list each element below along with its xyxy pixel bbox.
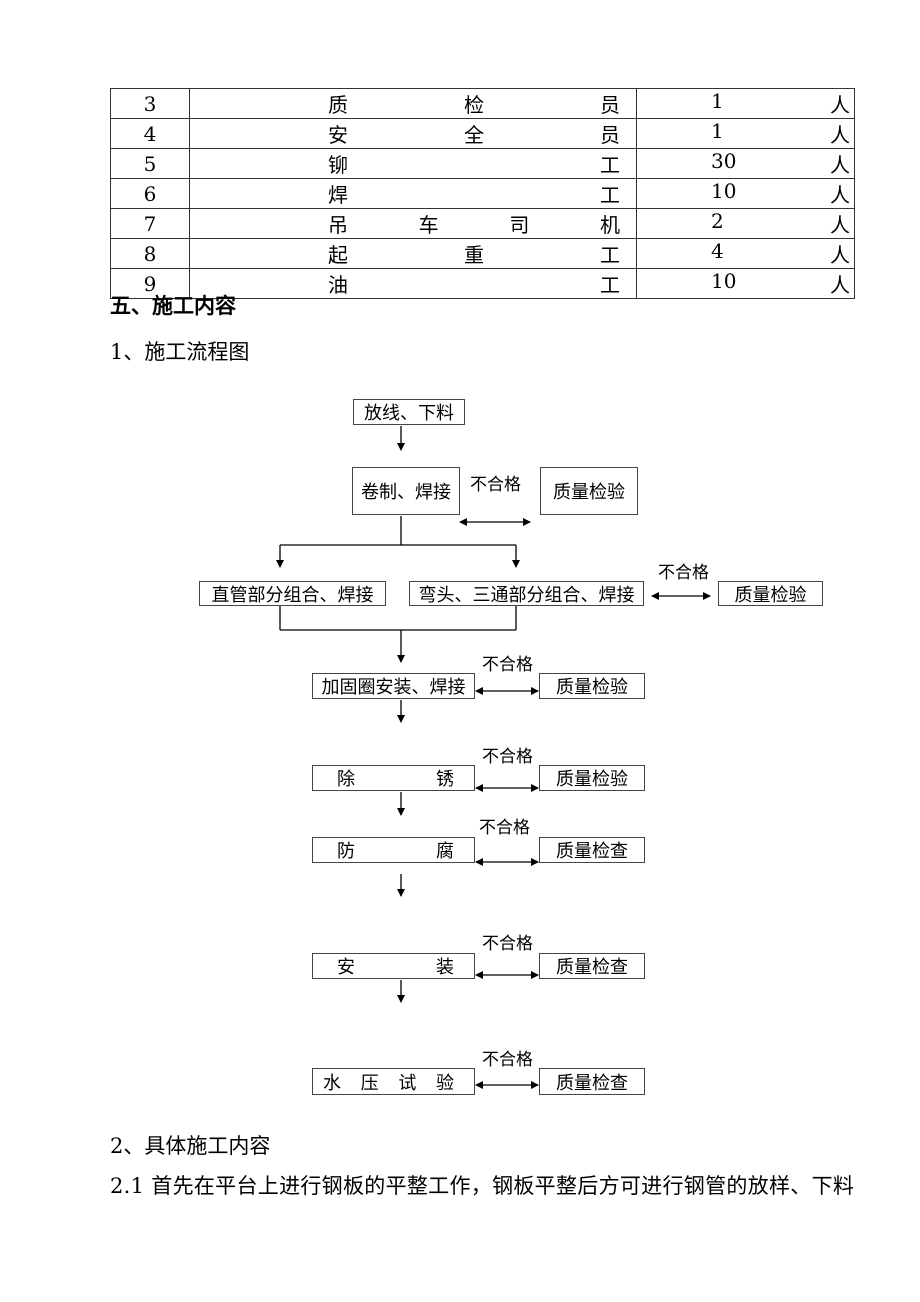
step-anticorrosion: 防 腐	[312, 837, 475, 863]
step-hydro-test: 水 压 试 验	[312, 1068, 475, 1095]
step-char: 验	[435, 1072, 454, 1094]
step-layout-cutting: 放线、下料	[353, 399, 465, 425]
fail-label: 不合格	[482, 747, 533, 767]
fail-label: 不合格	[482, 655, 533, 675]
step-straight-pipe: 直管部分组合、焊接	[199, 581, 386, 606]
quality-inspection-box: 质量检验	[540, 467, 638, 515]
quality-inspection-box: 质量检验	[718, 581, 823, 606]
step-char: 试	[398, 1072, 417, 1094]
quality-check-box: 质量检查	[539, 953, 645, 979]
quality-inspection-box: 质量检验	[539, 765, 645, 791]
step-char: 锈	[436, 769, 454, 790]
quality-check-box: 质量检查	[539, 837, 645, 863]
step-install: 安 装	[312, 953, 475, 979]
quality-check-box: 质量检查	[539, 1068, 645, 1095]
step-char: 压	[360, 1072, 379, 1094]
step-char: 安	[337, 957, 355, 978]
step-char: 除	[337, 769, 355, 790]
step-roll-weld: 卷制、焊接	[352, 467, 460, 515]
fail-label: 不合格	[482, 934, 533, 954]
step-reinforcing-ring: 加固圈安装、焊接	[312, 673, 475, 699]
paragraph-2-1: 2.1 首先在平台上进行钢板的平整工作，钢板平整后方可进行钢管的放样、下料	[110, 1174, 855, 1198]
fail-label: 不合格	[482, 1050, 533, 1070]
subsection-details-title: 2、具体施工内容	[110, 1134, 271, 1158]
step-derust: 除 锈	[312, 765, 475, 791]
fail-label: 不合格	[658, 563, 709, 583]
step-char: 水	[323, 1072, 341, 1094]
step-char: 装	[436, 957, 454, 978]
fail-label: 不合格	[479, 818, 530, 838]
step-char: 防	[337, 841, 355, 862]
flowchart-connectors	[276, 426, 711, 1089]
step-elbow-tee: 弯头、三通部分组合、焊接	[409, 581, 644, 606]
fail-label: 不合格	[470, 475, 521, 495]
step-char: 腐	[436, 841, 454, 862]
quality-inspection-box: 质量检验	[539, 673, 645, 699]
